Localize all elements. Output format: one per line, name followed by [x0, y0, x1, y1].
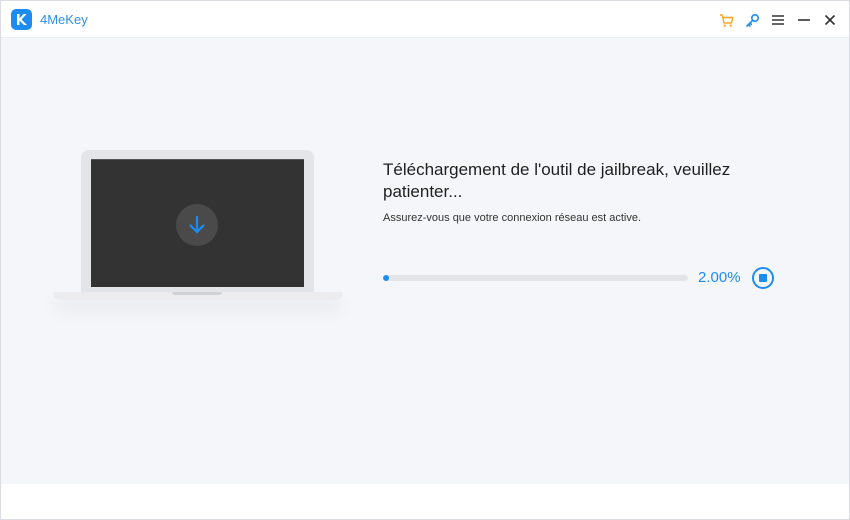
- close-icon[interactable]: [821, 11, 839, 29]
- cart-icon[interactable]: [717, 11, 735, 29]
- progress-percentage: 2.00%: [698, 269, 741, 286]
- menu-icon[interactable]: [769, 11, 787, 29]
- download-progress-bar: [383, 275, 688, 281]
- network-notice: Assurez-vous que votre connexion réseau …: [383, 212, 642, 224]
- laptop-illustration: [53, 150, 343, 330]
- app-logo-icon: [11, 9, 32, 30]
- title-bar-controls: [709, 10, 839, 30]
- app-title: 4MeKey: [40, 12, 88, 27]
- footer-bar: [1, 484, 849, 519]
- laptop-notch: [172, 292, 222, 295]
- stop-icon: [759, 274, 767, 282]
- title-bar: 4MeKey: [1, 1, 849, 38]
- key-icon[interactable]: [743, 11, 761, 29]
- page-heading: Téléchargement de l'outil de jailbreak, …: [383, 160, 731, 201]
- download-icon: [176, 204, 218, 246]
- stop-download-button[interactable]: [752, 267, 774, 289]
- progress-fill: [383, 275, 390, 281]
- app-window: 4MeKey Téléchargement de l'outil de jail…: [0, 0, 850, 520]
- minimize-icon[interactable]: [795, 11, 813, 29]
